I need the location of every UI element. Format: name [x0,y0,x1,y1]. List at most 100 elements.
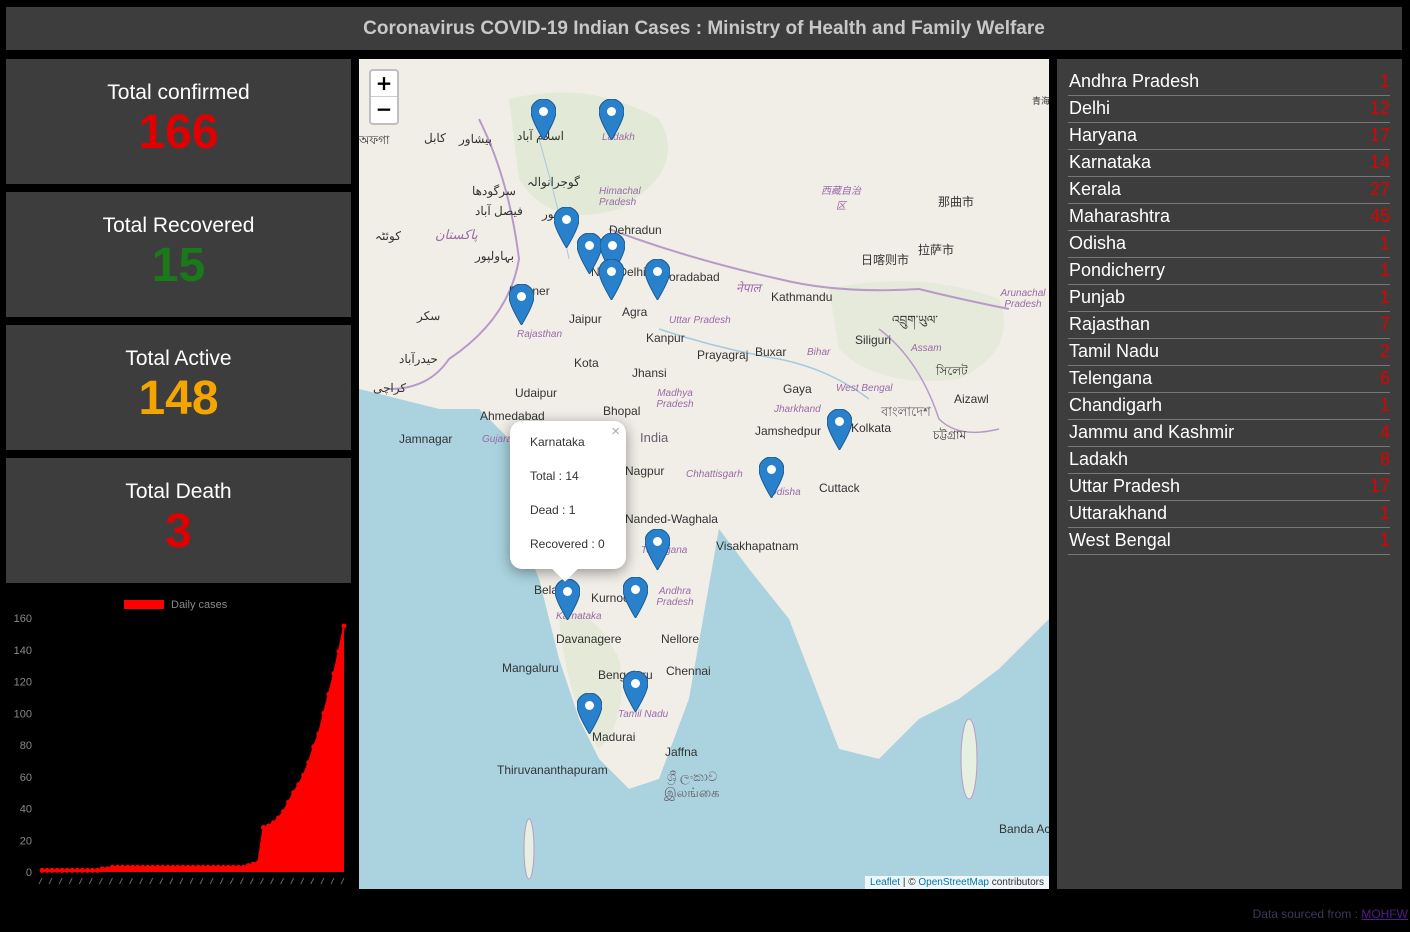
map-marker-pin-icon[interactable] [644,528,671,571]
map-marker-pin-icon[interactable] [622,670,649,713]
zoom-in-button[interactable]: + [371,71,397,97]
map-marker-pin-icon[interactable] [826,408,853,451]
state-name: Karnataka [1069,152,1152,172]
popup-close-icon[interactable]: × [611,423,620,440]
data-point [316,731,322,737]
data-point [94,867,100,873]
map-zoom-control: + − [369,69,399,125]
map-label: Gaya [783,382,812,396]
data-point [180,864,186,870]
data-point [150,864,156,870]
data-point [155,864,161,870]
x-tick-mark [119,877,123,885]
data-point [321,710,327,716]
state-name: Andhra Pradesh [1069,71,1200,91]
x-tick-mark [280,877,285,885]
map-label: پاکستان [435,227,478,242]
map-label: Nanded-Waghala [625,512,718,526]
daily-cases-chart-svg: Daily cases 0 20 40 60 80 100 120 140 160 [14,599,347,885]
x-tick-mark [239,877,244,885]
x-tick-mark [58,877,63,885]
data-point [271,820,277,826]
leaflet-link[interactable]: Leaflet [870,877,900,888]
map-label: Thiruvananthapuram [497,763,608,777]
data-point [140,864,146,870]
state-name: Maharashtra [1069,206,1171,226]
map-label: Kanpur [646,331,685,345]
map-label: Nagpur [625,464,665,478]
legend-label: Daily cases [171,599,228,611]
footer: Data sourced from : MOHFW [1253,907,1408,921]
data-point [49,867,55,873]
map-marker-pin-icon[interactable] [598,98,625,141]
data-point [311,744,317,750]
map-marker-pin-icon[interactable] [598,258,625,301]
map-label: Rajasthan [517,329,563,340]
data-point [286,799,292,805]
map-marker-pin-icon[interactable] [622,576,649,619]
map-label: இலங்கை [664,785,720,800]
data-point [170,864,176,870]
data-point [215,864,221,870]
x-tick-mark [149,877,154,885]
data-point [175,864,181,870]
data-point [115,864,120,870]
x-tick-mark [199,877,204,885]
state-row: Jammu and Kashmir 4 [1068,420,1390,447]
data-point [89,867,95,873]
y-tick-label: 60 [20,772,32,784]
map-marker-pin-icon[interactable] [576,692,603,735]
map-label: Buxar [755,345,787,359]
source-link[interactable]: MOHFW [1361,907,1408,921]
x-tick-mark [310,877,315,885]
map-label: বাংলাদেশ [881,404,931,419]
state-count: 1 [1379,530,1390,550]
india-map[interactable]: + − اسلام آباد پیشاور کابل گوجرانوالہ سر… [359,59,1049,889]
state-count: 17 [1369,125,1390,145]
active-label: Total Active [125,347,232,370]
state-list: Andhra Pradesh 1 Delhi 12 Haryana 17 Karnataka… [1057,59,1402,889]
map-marker-pin-icon[interactable] [644,258,671,301]
map-label: Mangaluru [502,661,559,675]
map-label: Jaipur [569,312,602,326]
death-card: Total Death 3 [6,458,351,583]
state-count: 14 [1369,152,1390,172]
map-label: فیصل آباد [475,204,523,218]
map-label: Andhra Pradesh [656,586,694,608]
page-title: Coronavirus COVID-19 Indian Cases : Mini… [363,17,1045,39]
x-tick-mark [98,877,103,885]
state-count: 1 [1379,287,1390,307]
recovered-card: Total Recovered 15 [6,192,351,317]
map-marker-pin-icon[interactable] [554,578,581,621]
attribution-tail: contributors [988,877,1044,888]
map-marker-pin-icon[interactable] [758,456,785,499]
map-popup: × Karnataka Total : 14 Dead : 1 Recovere… [510,421,626,582]
state-name: Kerala [1069,179,1122,199]
map-label: Jamnagar [399,432,453,446]
data-point [230,864,236,870]
data-point [306,759,312,765]
state-name: West Bengal [1069,530,1171,550]
data-point [64,867,70,873]
state-count: 1 [1379,233,1390,253]
map-label: Madhya Pradesh [656,388,694,410]
osm-link[interactable]: OpenStreetMap [918,877,989,888]
data-point [79,867,85,873]
death-label: Total Death [125,480,232,503]
state-name: Tamil Nadu [1069,341,1160,361]
map-marker-pin-icon[interactable] [508,283,535,326]
data-point [125,864,131,870]
map-label: Davanagere [556,632,622,646]
x-tick-mark [229,877,234,885]
map-label: کراچی [373,381,407,395]
x-tick-mark [340,877,345,885]
zoom-out-button[interactable]: − [371,97,397,123]
state-count: 45 [1369,206,1390,226]
map-label: সিলেট [936,364,968,378]
map-marker-pin-icon[interactable] [530,98,557,141]
map-marker-pin-icon[interactable] [553,206,580,249]
data-point [200,864,206,870]
popup-dead: Dead : 1 [530,503,576,517]
x-tick-mark [209,877,214,885]
state-row: Karnataka 14 [1068,150,1390,177]
